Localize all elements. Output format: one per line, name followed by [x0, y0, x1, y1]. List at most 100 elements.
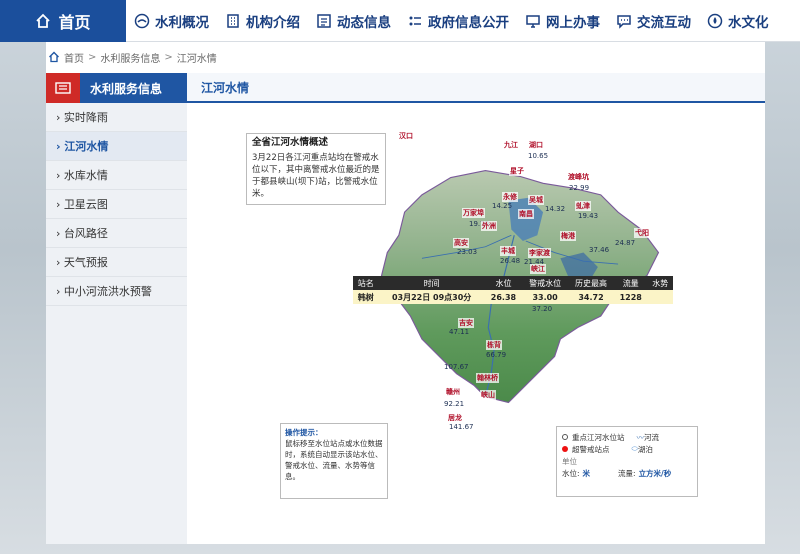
nav-item-overview[interactable]: 水利概况 [126, 0, 217, 42]
legend-level-label: 水位: [562, 468, 580, 478]
map-station-dufengkeng[interactable]: 渡峰坑 [567, 172, 590, 182]
map-value-qiujin[interactable]: 14.32 [545, 205, 565, 213]
map-value-gaoan[interactable]: 23.03 [457, 248, 477, 256]
map-station-hukou[interactable]: 湖口 [528, 140, 544, 150]
nav-home[interactable]: 首页 [0, 0, 126, 42]
map-value-wanjiabu[interactable]: 19.43 [578, 212, 598, 220]
map-value-jian[interactable]: 47.11 [449, 328, 469, 336]
station-dot-icon [562, 434, 568, 440]
breadcrumb-home[interactable]: 首页 [64, 50, 84, 65]
nav-item-label: 政府信息公开 [428, 14, 509, 31]
sidebar-item-flood-warning[interactable]: › 中小河流洪水预警 [46, 277, 187, 306]
col-time: 时间 [378, 276, 485, 290]
sidebar-item-rainfall[interactable]: › 实时降雨 [46, 103, 187, 132]
map-value-yongxiu[interactable]: 14.25 [492, 202, 512, 210]
nav-item-interaction[interactable]: 交流互动 [608, 0, 699, 42]
map-station-wucheng[interactable]: 吴城 [528, 195, 544, 205]
col-warning: 警戒水位 [522, 276, 569, 290]
map-label-hankou: 汉口 [398, 131, 414, 141]
sidebar-item-satellite[interactable]: › 卫星云图 [46, 190, 187, 219]
tab-title: 江河水情 [187, 73, 765, 103]
map-station-jian[interactable]: 吉安 [458, 318, 474, 328]
map-value-dongbei[interactable]: 66.79 [486, 351, 506, 359]
map-value-yiyang[interactable]: 37.46 [589, 246, 609, 254]
summary-box: 全省江河水情概述 3月22日各江河重点站均在警戒水位以下，其中离警戒水位最近的是… [246, 133, 386, 205]
sidebar-item-river[interactable]: › 江河水情 [46, 132, 187, 161]
sidebar-item-label: 实时降雨 [63, 111, 108, 124]
col-flow: 流量 [613, 276, 648, 290]
breadcrumb-service[interactable]: 水利服务信息 [100, 50, 160, 65]
summary-text: 3月22日各江河重点站均在警戒水位以下，其中离警戒水位最近的是于都县峡山(坝下)… [252, 153, 380, 199]
cell-level: 26.38 [484, 290, 523, 304]
cell-history: 34.72 [568, 290, 614, 304]
sidebar-item-label: 卫星云图 [63, 198, 108, 211]
legend-units: 水位: 米 流量: 立方米/秒 [562, 467, 692, 479]
map-station-yiyang[interactable]: 弋阳 [634, 228, 650, 238]
legend-river: 河流 [644, 432, 659, 442]
monitor-icon [526, 14, 540, 28]
breadcrumb-current: 江河水情 [176, 53, 217, 65]
legend-row-stations: 重点江河水位站 〰 河流 [562, 431, 692, 443]
col-level: 水位 [484, 276, 523, 290]
map-station-xiashan[interactable]: 峡山 [480, 390, 496, 400]
map-value-jiujiang[interactable]: 10.65 [528, 152, 548, 160]
col-history: 历史最高 [568, 276, 614, 290]
nav-item-news[interactable]: 动态信息 [308, 0, 399, 42]
map-station-julong[interactable]: 居龙 [447, 413, 463, 423]
map-value-xiashan[interactable]: 92.21 [444, 400, 464, 408]
legend-flow-unit: 立方米/秒 [638, 468, 672, 478]
map-station-qiujin[interactable]: 虬津 [575, 201, 591, 211]
map-value-xiajiang[interactable]: 37.20 [532, 305, 552, 313]
home-icon [49, 51, 59, 63]
sidebar-item-label: 水库水情 [63, 169, 108, 182]
map-value-fengcheng[interactable]: 26.48 [500, 257, 520, 265]
legend-flow-label: 流量: [618, 468, 636, 478]
station-info-table: 站名 时间 水位 警戒水位 历史最高 流量 水势 韩树 03月22日 09点30… [353, 276, 673, 304]
sidebar-badge [46, 73, 80, 103]
col-trend: 水势 [647, 276, 673, 290]
map-station-meigang[interactable]: 梅港 [560, 231, 576, 241]
nav-item-online-service[interactable]: 网上办事 [517, 0, 608, 42]
table-header: 站名 时间 水位 警戒水位 历史最高 流量 水势 [353, 276, 673, 290]
map-value-julong[interactable]: 141.67 [449, 423, 474, 431]
map-station-gaoan[interactable]: 高安 [453, 238, 469, 248]
sidebar-item-reservoir[interactable]: › 水库水情 [46, 161, 187, 190]
nav-item-gov-info[interactable]: 政府信息公开 [399, 0, 517, 42]
legend-row-warning: 超警戒站点 ⬭ 湖泊 [562, 443, 692, 455]
droplet-icon [707, 13, 723, 28]
cell-station: 韩树 [353, 290, 379, 304]
map-station-nanchang[interactable]: 南昌 [518, 209, 534, 219]
map-station-waizhou[interactable]: 外洲 [481, 221, 497, 231]
nav-item-label: 水利概况 [155, 14, 209, 31]
map-station-xingzi[interactable]: 星子 [509, 166, 525, 176]
table-row: 韩树 03月22日 09点30分 26.38 33.00 34.72 1228 [353, 290, 673, 304]
chat-icon [617, 14, 631, 29]
water-drop-icon [134, 13, 150, 28]
tips-box: 操作提示： 鼠标移至水位站点或水位数据时，系统自动显示该站水位、警戒水位、流量、… [280, 423, 388, 499]
nav-item-label: 机构介绍 [246, 14, 300, 31]
map-value-dufengkeng[interactable]: 22.99 [569, 184, 589, 192]
summary-title: 全省江河水情概述 [252, 137, 329, 148]
warning-dot-icon [562, 446, 568, 452]
newspaper-icon [55, 82, 71, 94]
sidebar-item-typhoon[interactable]: › 台风路径 [46, 219, 187, 248]
legend-station: 重点江河水位站 [572, 432, 625, 442]
map-station-dongbei[interactable]: 栋背 [486, 340, 502, 350]
map-station-yongxiu[interactable]: 永修 [502, 192, 518, 202]
tips-title: 操作提示： [285, 428, 323, 437]
map-station-hanlinqiao[interactable]: 翰林桥 [476, 373, 499, 383]
map-value-ganzhou[interactable]: 107.67 [444, 363, 469, 371]
map-station-xiajiang[interactable]: 峡江 [530, 264, 546, 274]
map-station-fengcheng[interactable]: 丰城 [500, 246, 516, 256]
map-station-ganzhou[interactable]: 赣州 [445, 387, 461, 397]
sidebar-item-weather[interactable]: › 天气预报 [46, 248, 187, 277]
map-station-lijiadu[interactable]: 李家渡 [528, 248, 551, 258]
map-station-jiujiang[interactable]: 九江 [503, 140, 519, 150]
tips-text: 鼠标移至水位站点或水位数据时，系统自动显示该站水位、警戒水位、流量、水势等信息。 [285, 439, 383, 481]
cell-trend [647, 290, 673, 304]
nav-item-water-culture[interactable]: 水文化 [699, 0, 777, 42]
map-value-meigang[interactable]: 24.87 [615, 239, 635, 247]
map-station-wanjiabu[interactable]: 万家埠 [462, 208, 485, 218]
nav-item-organization[interactable]: 机构介绍 [217, 0, 308, 42]
nav-item-label: 水文化 [728, 14, 769, 31]
